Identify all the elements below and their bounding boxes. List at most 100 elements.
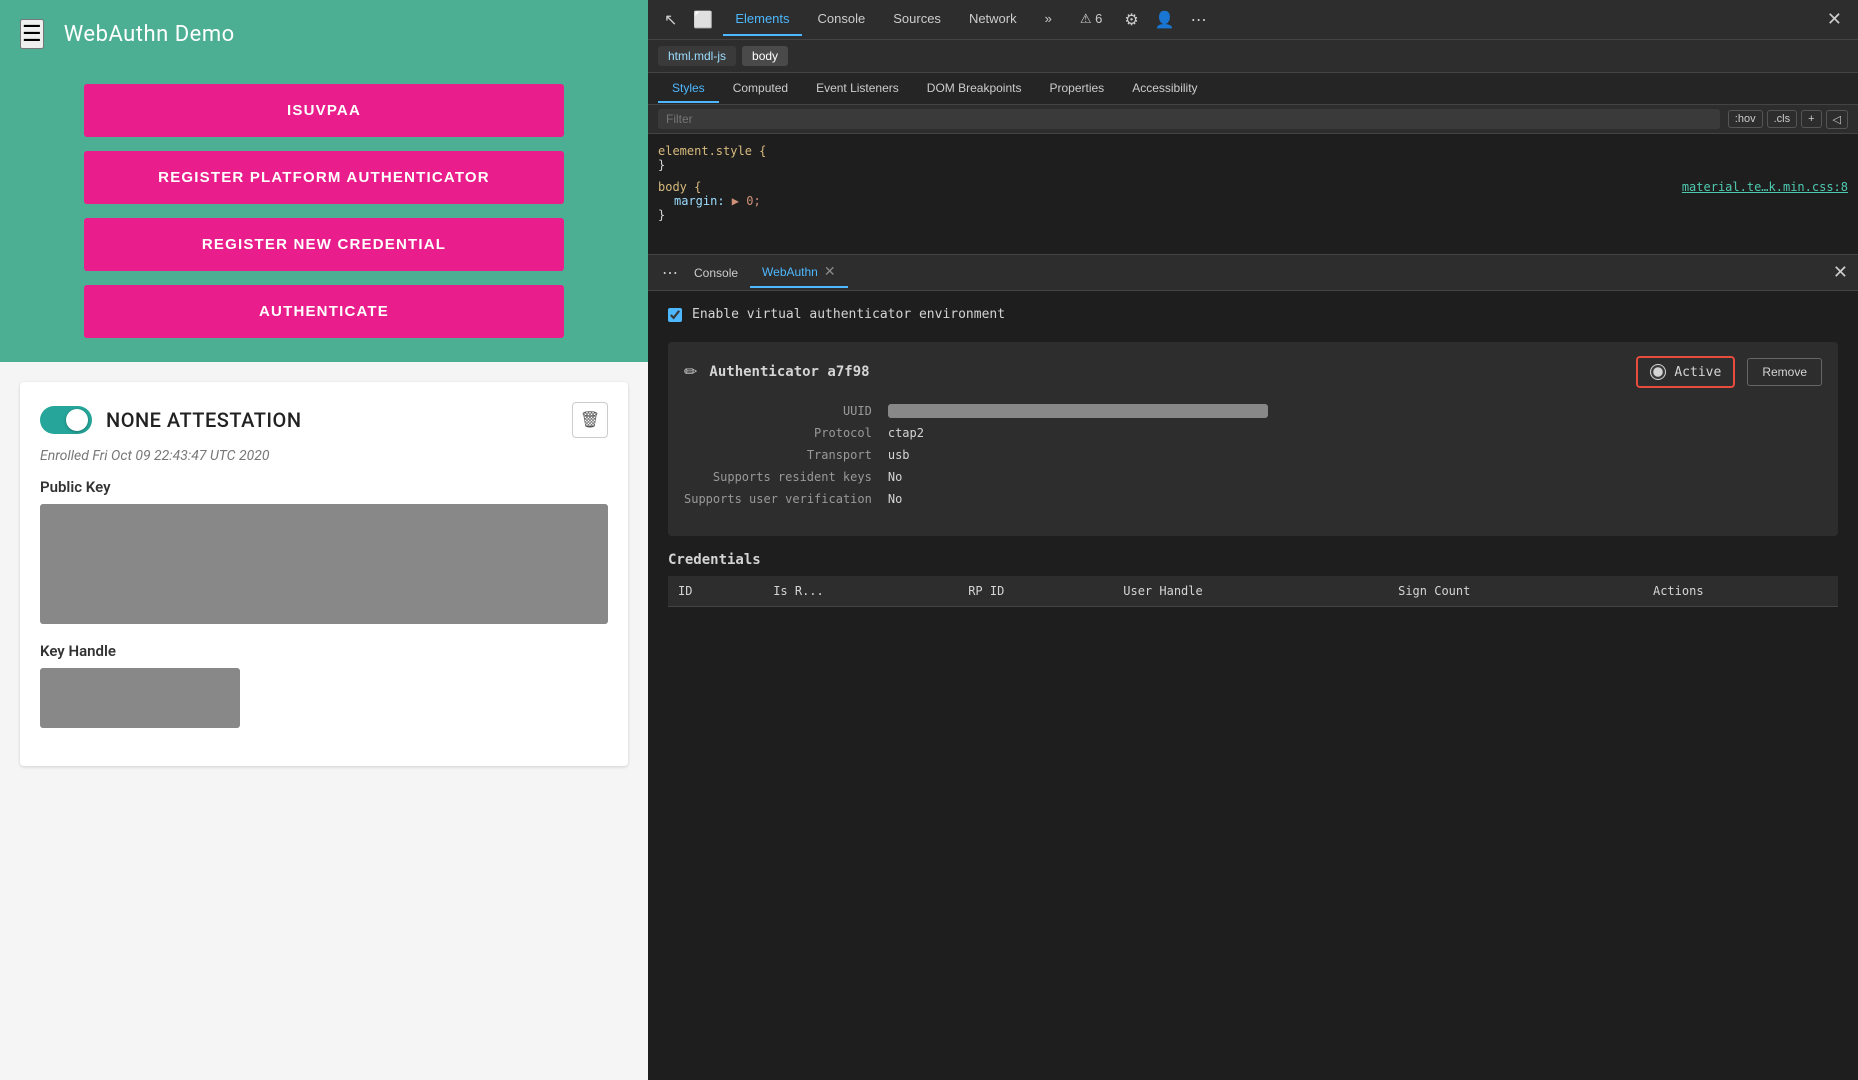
authenticator-header: ✏ Authenticator a7f98 Active Remove [684,356,1822,388]
protocol-value: ctap2 [888,426,1822,440]
warning-count[interactable]: ⚠ 6 [1068,3,1115,37]
styles-filter-input[interactable] [658,109,1720,129]
col-is-r: Is R... [763,576,958,607]
transport-label: Transport [684,448,872,462]
styles-tab[interactable]: Styles [658,75,719,103]
enable-virtual-label: Enable virtual authenticator environment [692,307,1005,322]
credentials-title: Credentials [668,552,1838,568]
credential-card: NONE ATTESTATION 🗑 Enrolled Fri Oct 09 2… [20,382,628,766]
protocol-label: Protocol [684,426,872,440]
toggle-switch[interactable] [40,406,92,434]
auth-fields: UUID Protocol ctap2 Transport usb Suppor… [684,404,1822,506]
authenticator-section: ✏ Authenticator a7f98 Active Remove UUID… [668,342,1838,536]
computed-tab[interactable]: Computed [719,75,802,103]
col-rp-id: RP ID [958,576,1113,607]
styles-panel-tabs: Styles Computed Event Listeners DOM Brea… [648,73,1858,105]
webauthn-tab-label: WebAuthn [762,265,818,279]
key-handle-label: Key Handle [40,642,608,660]
public-key-data [40,504,608,624]
cls-button[interactable]: .cls [1767,110,1798,128]
css-link-material[interactable]: material.te…k.min.css:8 [1682,180,1848,194]
device-toggle-icon[interactable]: ⬜ [687,6,719,34]
styles-content: element.style { } body { material.te…k.m… [648,134,1858,254]
tab-elements[interactable]: Elements [723,3,801,36]
html-tag-button[interactable]: html.mdl-js [658,46,736,66]
credentials-section: Credentials ID Is R... RP ID User Handle… [668,552,1838,607]
panel-more-button[interactable]: ⋯ [658,259,682,287]
active-radio[interactable] [1650,364,1666,380]
active-radio-container: Active [1636,356,1735,388]
col-actions: Actions [1643,576,1838,607]
css-close-brace-2: } [658,208,665,222]
properties-tab[interactable]: Properties [1035,75,1118,103]
isuvpaa-button[interactable]: ISUVPAA [84,84,564,137]
webauthn-tab-bottom[interactable]: WebAuthn ✕ [750,257,848,288]
toggle-track [40,406,92,434]
remove-authenticator-button[interactable]: Remove [1747,358,1822,386]
table-header-row: ID Is R... RP ID User Handle Sign Count … [668,576,1838,607]
settings-icon[interactable]: ⚙ [1118,6,1144,34]
tab-more[interactable]: » [1033,3,1064,36]
enable-virtual-checkbox[interactable] [668,308,682,322]
html-breadcrumb: html.mdl-js body [648,40,1858,73]
dom-breakpoints-tab[interactable]: DOM Breakpoints [913,75,1036,103]
console-tab-bottom[interactable]: Console [682,260,750,286]
body-tag-button[interactable]: body [742,46,788,66]
devtools-close-button[interactable]: ✕ [1821,5,1848,34]
css-rule-body: body { material.te…k.min.css:8 margin: ▶… [658,180,1848,222]
more-options-icon[interactable]: ⋯ [1185,6,1213,34]
delete-credential-button[interactable]: 🗑 [572,402,608,438]
col-user-handle: User Handle [1113,576,1388,607]
css-selector-element: element.style { [658,144,766,158]
feedback-icon[interactable]: 👤 [1149,6,1181,34]
col-sign-count: Sign Count [1388,576,1643,607]
tab-network[interactable]: Network [957,3,1029,36]
edit-authenticator-icon[interactable]: ✏ [684,362,697,382]
accessibility-tab[interactable]: Accessibility [1118,75,1211,103]
webauthn-tab-close[interactable]: ✕ [824,263,836,280]
register-new-credential-button[interactable]: REGISTER NEW CREDENTIAL [84,218,564,271]
authenticator-name: Authenticator a7f98 [709,364,1624,380]
resident-keys-label: Supports resident keys [684,470,872,484]
user-verification-label: Supports user verification [684,492,872,506]
app-title: WebAuthn Demo [64,22,235,47]
inspect-element-icon[interactable]: ↖ [658,6,683,34]
hamburger-icon[interactable]: ☰ [20,19,44,49]
hov-button[interactable]: :hov [1728,110,1763,128]
tab-console[interactable]: Console [806,3,878,36]
button-area: ISUVPAA REGISTER PLATFORM AUTHENTICATOR … [0,68,648,362]
elements-panel: html.mdl-js body Styles Computed Event L… [648,40,1858,255]
tab-sources[interactable]: Sources [881,3,953,36]
webauthn-content: Enable virtual authenticator environment… [648,291,1858,1080]
add-style-button[interactable]: + [1801,110,1821,128]
css-property-margin: margin: ▶ 0; [658,194,761,208]
credentials-table: ID Is R... RP ID User Handle Sign Count … [668,576,1838,607]
css-rule-element-style: element.style { } [658,144,1848,172]
toggle-thumb [66,409,88,431]
webauthn-tab-bar: ⋯ Console WebAuthn ✕ ✕ [648,255,1858,291]
toggle-button[interactable]: ◁ [1826,110,1848,129]
devtools-panel: ↖ ⬜ Elements Console Sources Network » ⚠… [648,0,1858,1080]
active-label: Active [1674,365,1721,380]
css-selector-body: body { [658,180,701,194]
authenticate-button[interactable]: AUTHENTICATE [84,285,564,338]
event-listeners-tab[interactable]: Event Listeners [802,75,913,103]
key-handle-data [40,668,240,728]
css-close-brace-1: } [658,158,665,172]
register-platform-button[interactable]: REGISTER PLATFORM AUTHENTICATOR [84,151,564,204]
app-header: ☰ WebAuthn Demo [0,0,648,68]
enrolled-date: Enrolled Fri Oct 09 22:43:47 UTC 2020 [40,448,608,464]
col-id: ID [668,576,763,607]
card-header-left: NONE ATTESTATION [40,406,302,434]
credentials-area: NONE ATTESTATION 🗑 Enrolled Fri Oct 09 2… [0,362,648,1080]
webauthn-panel: ⋯ Console WebAuthn ✕ ✕ Enable virtual au… [648,255,1858,1080]
card-header: NONE ATTESTATION 🗑 [40,402,608,438]
css-value-margin: ▶ 0; [732,194,761,208]
credential-card-title: NONE ATTESTATION [106,408,302,432]
uuid-label: UUID [684,404,872,418]
devtools-top-bar: ↖ ⬜ Elements Console Sources Network » ⚠… [648,0,1858,40]
public-key-label: Public Key [40,478,608,496]
styles-filter-bar: :hov .cls + ◁ [648,105,1858,134]
webauthn-panel-close[interactable]: ✕ [1833,262,1848,283]
transport-value: usb [888,448,1822,462]
